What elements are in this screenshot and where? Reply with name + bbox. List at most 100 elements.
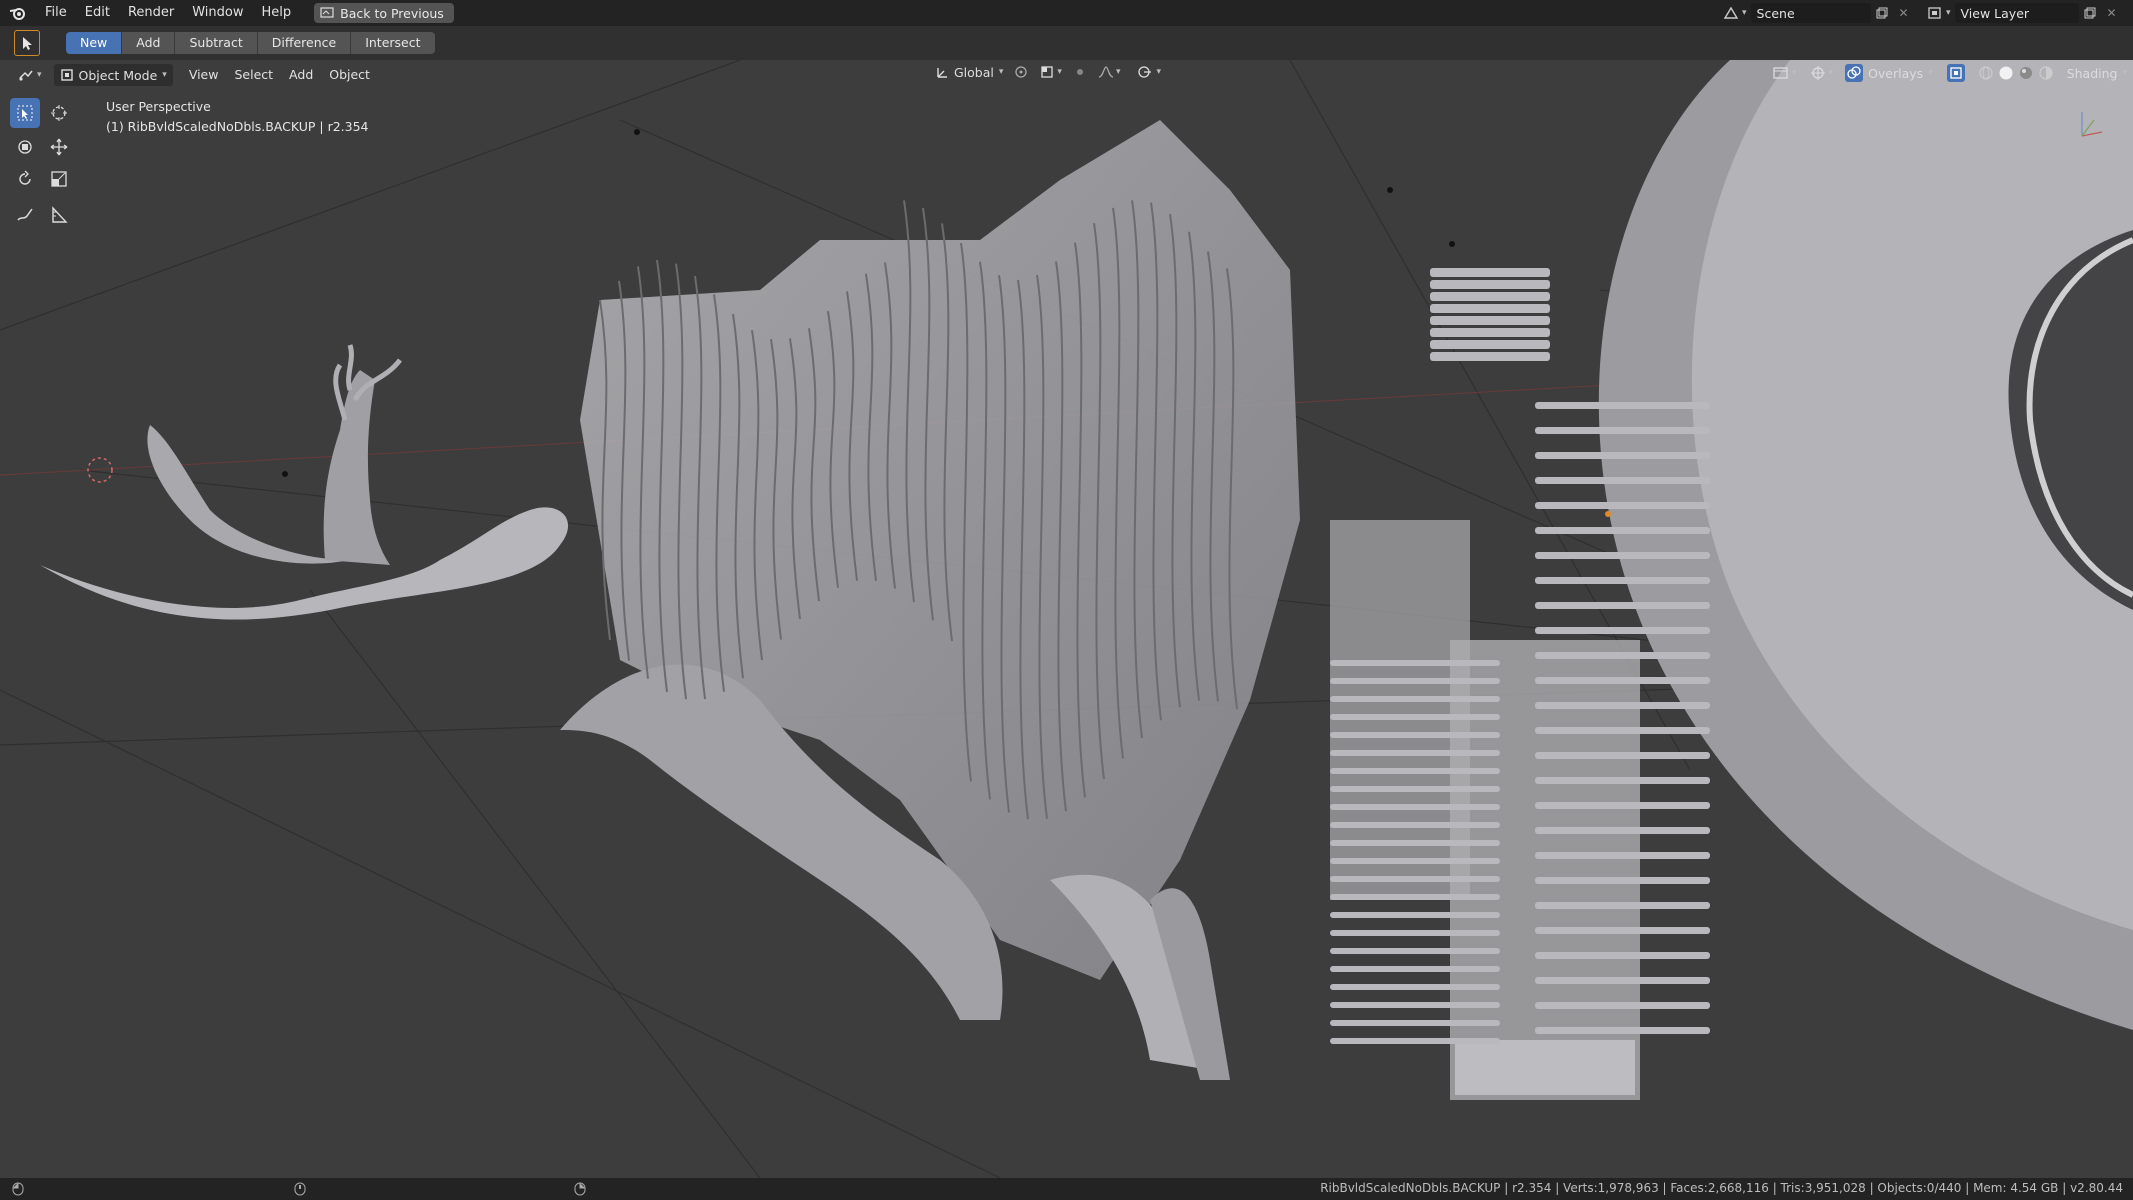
falloff-dropdown[interactable]: ▾ — [1098, 65, 1120, 79]
annotate-pencil-icon — [17, 208, 33, 221]
transform-orientation-icon — [937, 68, 947, 78]
menu-add[interactable]: Add — [281, 64, 321, 86]
wireframe-shading-icon[interactable] — [1977, 64, 1995, 82]
transform-tool[interactable] — [10, 132, 40, 162]
mesh-slat — [1330, 1002, 1500, 1008]
op-subtract-button[interactable]: Subtract — [175, 32, 258, 54]
mesh-slat — [1330, 804, 1500, 810]
menu-view[interactable]: View — [181, 64, 227, 86]
swirl-object — [1598, 60, 2133, 1030]
chevron-down-icon: ▾ — [1946, 8, 1951, 18]
rendered-shading-icon[interactable] — [2037, 64, 2055, 82]
mesh-slat — [1330, 858, 1500, 864]
duplicate-scene-icon[interactable] — [1871, 3, 1893, 23]
move-tool[interactable] — [44, 132, 74, 162]
menu-edit[interactable]: Edit — [76, 0, 119, 26]
back-to-previous-button[interactable]: Back to Previous — [314, 3, 454, 23]
rotate-tool[interactable] — [10, 164, 40, 194]
mesh-slat — [1330, 660, 1500, 666]
mesh-slat — [1330, 750, 1500, 756]
rib-structure — [560, 120, 1300, 1080]
blender-window: File Edit Render Window Help Back to Pre… — [0, 0, 2133, 1200]
annotate-tool[interactable] — [10, 200, 40, 230]
select-box-tool[interactable] — [10, 98, 40, 128]
mesh-slat — [1535, 852, 1710, 859]
op-add-button[interactable]: Add — [122, 32, 176, 54]
scene-icon[interactable] — [1720, 3, 1742, 23]
mouse-middle-icon — [294, 1182, 306, 1196]
chevron-down-icon: ▾ — [1828, 68, 1834, 78]
scene-statistics: RibBvldScaledNoDbls.BACKUP | r2.354 | Ve… — [1320, 1181, 2123, 1195]
mesh-slat — [1535, 952, 1710, 959]
op-difference-button[interactable]: Difference — [257, 32, 352, 54]
mesh-slat — [1330, 912, 1500, 918]
solid-shading-icon[interactable] — [1997, 64, 2015, 82]
overlays-icon — [1845, 64, 1864, 82]
orientation-dropdown[interactable]: Global ▾ — [935, 65, 1003, 80]
menu-help[interactable]: Help — [253, 0, 301, 26]
navigation-gizmo[interactable] — [2068, 98, 2118, 144]
overlays-dropdown[interactable]: Overlays ▾ — [1845, 64, 1933, 82]
gizmo-transform-dropdown[interactable]: ▾ — [1136, 64, 1161, 80]
close-view-layer-icon[interactable]: ✕ — [2101, 3, 2123, 23]
mesh-slat — [1535, 752, 1710, 759]
blender-logo-icon[interactable] — [0, 0, 36, 26]
editor-type-button[interactable]: ▾ — [10, 64, 50, 86]
mesh-slat — [1535, 777, 1710, 784]
viewport-info: User Perspective (1) RibBvldScaledNoDbls… — [106, 97, 369, 137]
3d-viewport[interactable] — [0, 60, 2133, 1178]
view-layer-selector[interactable]: ▾ View Layer ✕ — [1924, 3, 2123, 23]
xray-toggle-icon[interactable] — [1946, 64, 1965, 82]
chevron-down-icon: ▾ — [1928, 68, 1933, 78]
viewport-display-controls: ▾ ▾ Overlays ▾ Shading ▾ — [1772, 64, 2127, 82]
boolean-operations: New Add Subtract Difference Intersect — [66, 32, 435, 54]
scene-name: Scene — [1756, 5, 1795, 21]
mesh-slat — [1330, 876, 1500, 882]
pivot-point-icon[interactable] — [1013, 64, 1029, 80]
menu-render[interactable]: Render — [119, 0, 183, 26]
chevron-down-icon: ▾ — [1156, 67, 1161, 77]
material-shading-icon[interactable] — [2017, 64, 2035, 82]
measure-tool[interactable] — [44, 200, 74, 230]
active-tool-icon[interactable] — [14, 30, 40, 56]
object-mode-dropdown[interactable]: Object Mode ▾ — [53, 64, 173, 86]
mesh-slat — [1330, 822, 1500, 828]
chevron-down-icon: ▾ — [37, 70, 42, 80]
proportional-edit-icon[interactable] — [1072, 64, 1088, 80]
tree-ribbon-object — [40, 344, 569, 620]
view-layer-field[interactable]: View Layer — [1954, 3, 2079, 23]
close-scene-icon[interactable]: ✕ — [1893, 3, 1915, 23]
mesh-slat — [1535, 802, 1710, 809]
menu-window[interactable]: Window — [183, 0, 252, 26]
mesh-slat — [1535, 527, 1710, 534]
menu-file[interactable]: File — [36, 0, 76, 26]
duplicate-view-layer-icon[interactable] — [2079, 3, 2101, 23]
scene-selector[interactable]: ▾ Scene ✕ — [1720, 3, 1915, 23]
op-new-button[interactable]: New — [66, 32, 123, 54]
snap-icon — [1041, 66, 1054, 78]
snap-dropdown[interactable]: ▾ — [1039, 64, 1062, 80]
cursor-tool[interactable] — [44, 98, 74, 128]
mesh-slat — [1535, 477, 1710, 484]
scene-name-field[interactable]: Scene — [1750, 3, 1871, 23]
shading-dropdown[interactable]: Shading ▾ — [2067, 66, 2127, 81]
shading-modes — [1977, 64, 2055, 82]
overlays-label: Overlays — [1868, 65, 1924, 81]
mesh-slat — [1535, 977, 1710, 984]
menu-object[interactable]: Object — [321, 64, 378, 86]
mesh-slat — [1535, 727, 1710, 734]
mesh-slat — [1330, 984, 1500, 990]
scale-tool[interactable] — [44, 164, 74, 194]
gizmos-dropdown[interactable]: ▾ — [1809, 65, 1834, 81]
visibility-dropdown[interactable]: ▾ — [1772, 65, 1797, 81]
view-layer-icon[interactable] — [1924, 3, 1946, 23]
mesh-slat — [1330, 768, 1500, 774]
mesh-slat — [1430, 340, 1550, 349]
object-visibility-icon — [1773, 67, 1788, 79]
move-arrows-icon — [50, 138, 68, 156]
menu-select[interactable]: Select — [226, 64, 281, 86]
mouse-right-icon — [574, 1182, 586, 1196]
mesh-slat — [1330, 1020, 1500, 1026]
op-intersect-button[interactable]: Intersect — [351, 32, 435, 54]
mesh-slat — [1535, 427, 1710, 434]
